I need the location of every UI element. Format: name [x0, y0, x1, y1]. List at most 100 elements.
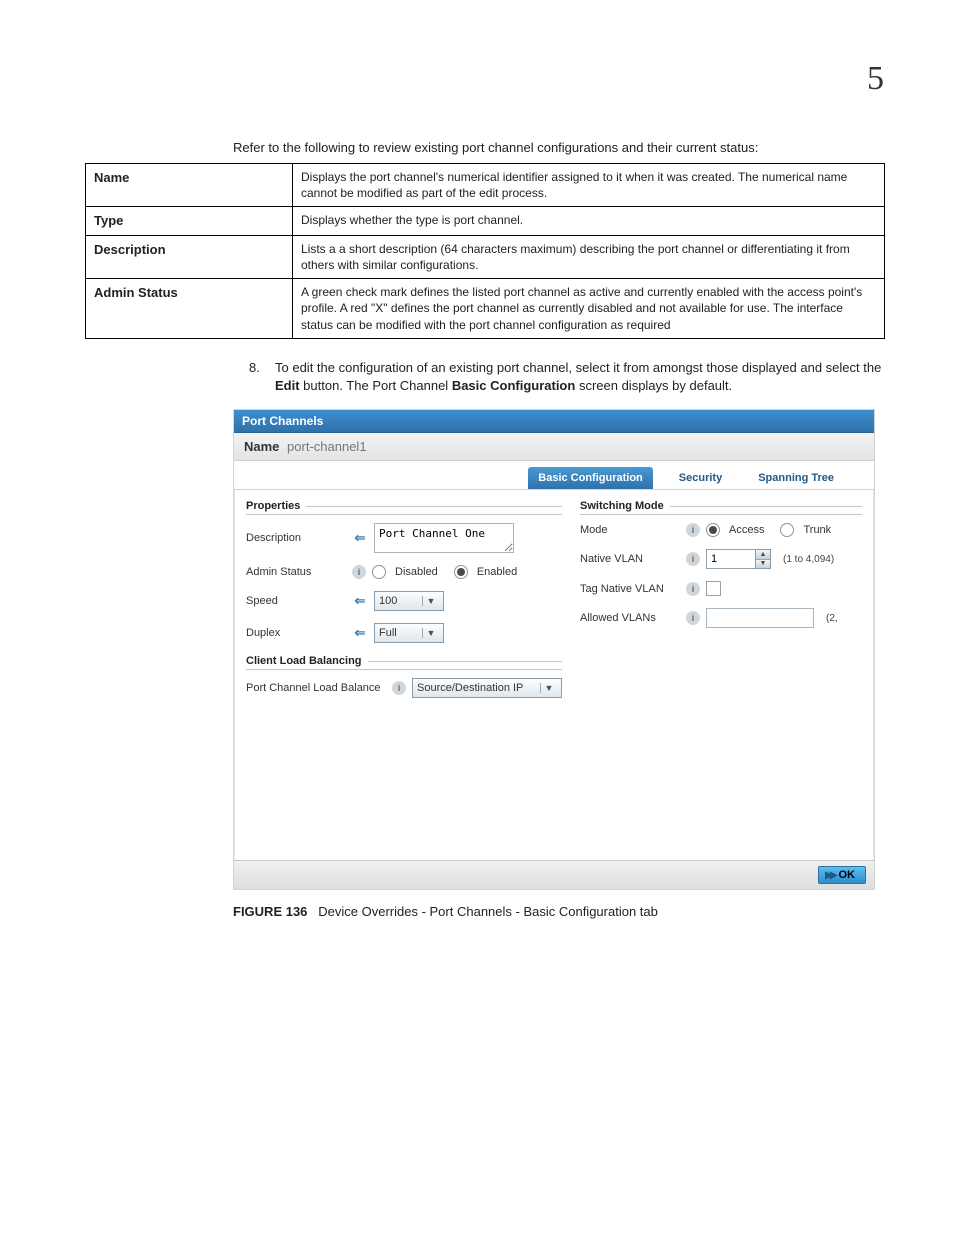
figure-text: Device Overrides - Port Channels - Basic…	[318, 904, 658, 919]
native-vlan-spinner[interactable]: ▲ ▼	[706, 549, 771, 569]
info-icon[interactable]: i	[686, 552, 700, 566]
tag-native-label: Tag Native VLAN	[580, 583, 680, 595]
name-bar: Name port-channel1	[234, 433, 874, 461]
chapter-number: 5	[867, 60, 884, 98]
description-label: Description	[246, 532, 346, 544]
step-text-mid: button. The Port Channel	[300, 378, 452, 393]
allowed-vlans-label: Allowed VLANs	[580, 612, 680, 624]
info-icon[interactable]: i	[392, 681, 406, 695]
pclb-value: Source/Destination IP	[417, 682, 536, 694]
desc-text: A green check mark defines the listed po…	[293, 279, 885, 339]
speed-select[interactable]: 100 ▼	[374, 591, 444, 611]
section-properties-label: Properties	[246, 500, 300, 512]
step-bold-basicconfig: Basic Configuration	[452, 378, 576, 393]
spinner-down-icon[interactable]: ▼	[756, 560, 770, 569]
native-vlan-range: (1 to 4,094)	[783, 554, 834, 565]
step-item: 8. To edit the configuration of an exist…	[255, 359, 894, 395]
tab-basic-configuration[interactable]: Basic Configuration	[528, 467, 653, 489]
tab-row: Basic Configuration Security Spanning Tr…	[234, 461, 874, 489]
left-column: Properties Description ⇐ Port Channel On…	[246, 500, 562, 710]
row-mode: Mode i Access Trunk	[580, 523, 862, 537]
figure-label: FIGURE 136	[233, 904, 307, 919]
section-switching: Switching Mode	[580, 500, 862, 515]
tab-security[interactable]: Security	[669, 467, 732, 489]
row-tag-native-vlan: Tag Native VLAN i	[580, 581, 862, 596]
chevron-down-icon: ▼	[540, 683, 557, 693]
right-column: Switching Mode Mode i Access Trunk Nativ…	[580, 500, 862, 710]
desc-label: Description	[86, 235, 293, 278]
bottom-bar: ▶▶ OK	[234, 860, 874, 889]
step-number: 8.	[249, 359, 260, 377]
spinner-up-icon[interactable]: ▲	[756, 550, 770, 560]
ok-button[interactable]: ▶▶ OK	[818, 866, 866, 884]
row-description: Description ⇐ Port Channel One	[246, 523, 562, 553]
allowed-vlans-note: (2,	[826, 613, 838, 624]
radio-disabled-label: Disabled	[395, 566, 438, 578]
row-speed: Speed ⇐ 100 ▼	[246, 591, 562, 611]
info-icon[interactable]: i	[686, 611, 700, 625]
info-icon[interactable]: i	[352, 565, 366, 579]
admin-status-label: Admin Status	[246, 566, 346, 578]
speed-label: Speed	[246, 595, 346, 607]
radio-disabled[interactable]	[372, 565, 386, 579]
desc-label: Name	[86, 164, 293, 207]
row-admin-status: Admin Status i Disabled Enabled	[246, 565, 562, 579]
step-list: 8. To edit the configuration of an exist…	[255, 359, 894, 395]
play-icon: ▶▶	[825, 870, 834, 881]
native-vlan-input[interactable]	[706, 549, 755, 569]
pclb-select[interactable]: Source/Destination IP ▼	[412, 678, 562, 698]
chevron-down-icon: ▼	[422, 628, 439, 638]
chevron-down-icon: ▼	[422, 596, 439, 606]
allowed-vlans-input[interactable]	[706, 608, 814, 628]
step-text-pre: To edit the configuration of an existing…	[275, 360, 881, 375]
radio-trunk-label: Trunk	[803, 524, 831, 536]
radio-enabled[interactable]	[454, 565, 468, 579]
section-properties: Properties	[246, 500, 562, 515]
intro-paragraph: Refer to the following to review existin…	[233, 140, 894, 155]
revert-icon[interactable]: ⇐	[352, 625, 368, 641]
radio-trunk[interactable]	[780, 523, 794, 537]
desc-label: Admin Status	[86, 279, 293, 339]
row-native-vlan: Native VLAN i ▲ ▼ (1 to 4,094)	[580, 549, 862, 569]
duplex-value: Full	[379, 627, 418, 639]
table-row: Name Displays the port channel's numeric…	[86, 164, 885, 207]
duplex-select[interactable]: Full ▼	[374, 623, 444, 643]
screenshot-panel: Port Channels Name port-channel1 Basic C…	[233, 409, 875, 890]
row-allowed-vlans: Allowed VLANs i (2,	[580, 608, 862, 628]
table-row: Description Lists a a short description …	[86, 235, 885, 278]
mode-label: Mode	[580, 524, 680, 536]
name-label: Name	[244, 439, 279, 454]
row-pclb: Port Channel Load Balance i Source/Desti…	[246, 678, 562, 698]
revert-icon[interactable]: ⇐	[352, 530, 368, 546]
name-value: port-channel1	[287, 439, 367, 454]
speed-value: 100	[379, 595, 418, 607]
step-text-post: screen displays by default.	[575, 378, 732, 393]
form-body: Properties Description ⇐ Port Channel On…	[234, 489, 874, 860]
desc-text: Displays whether the type is port channe…	[293, 207, 885, 236]
tab-spanning-tree[interactable]: Spanning Tree	[748, 467, 844, 489]
radio-enabled-label: Enabled	[477, 566, 517, 578]
panel-title: Port Channels	[234, 410, 874, 433]
pclb-label: Port Channel Load Balance	[246, 682, 386, 694]
tag-native-checkbox[interactable]	[706, 581, 721, 596]
desc-text: Lists a a short description (64 characte…	[293, 235, 885, 278]
section-switching-label: Switching Mode	[580, 500, 664, 512]
desc-label: Type	[86, 207, 293, 236]
table-row: Admin Status A green check mark defines …	[86, 279, 885, 339]
step-bold-edit: Edit	[275, 378, 300, 393]
table-row: Type Displays whether the type is port c…	[86, 207, 885, 236]
info-icon[interactable]: i	[686, 523, 700, 537]
radio-access-label: Access	[729, 524, 764, 536]
duplex-label: Duplex	[246, 627, 346, 639]
radio-access[interactable]	[706, 523, 720, 537]
figure-caption: FIGURE 136 Device Overrides - Port Chann…	[233, 904, 894, 919]
row-duplex: Duplex ⇐ Full ▼	[246, 623, 562, 643]
section-clb: Client Load Balancing	[246, 655, 562, 670]
native-vlan-label: Native VLAN	[580, 553, 680, 565]
description-input[interactable]: Port Channel One	[374, 523, 514, 553]
ok-button-label: OK	[839, 869, 856, 881]
field-description-table: Name Displays the port channel's numeric…	[85, 163, 885, 339]
revert-icon[interactable]: ⇐	[352, 593, 368, 609]
desc-text: Displays the port channel's numerical id…	[293, 164, 885, 207]
info-icon[interactable]: i	[686, 582, 700, 596]
